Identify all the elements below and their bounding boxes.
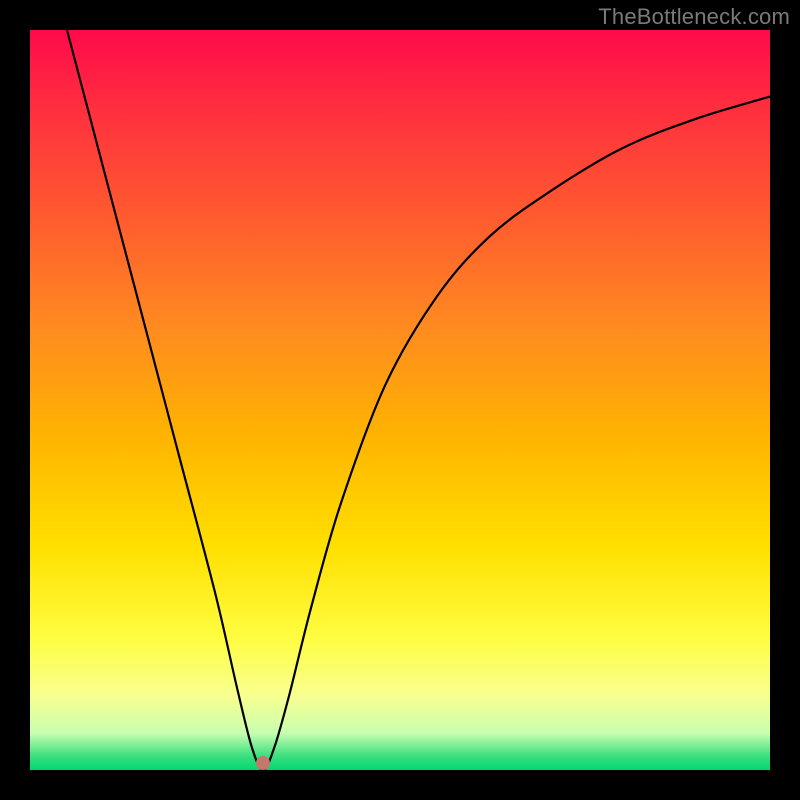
curve-svg [30, 30, 770, 770]
plot-area [30, 30, 770, 770]
bottleneck-curve-path [67, 30, 770, 770]
minimum-marker [256, 756, 270, 770]
chart-frame: TheBottleneck.com [0, 0, 800, 800]
watermark-text: TheBottleneck.com [598, 4, 790, 30]
